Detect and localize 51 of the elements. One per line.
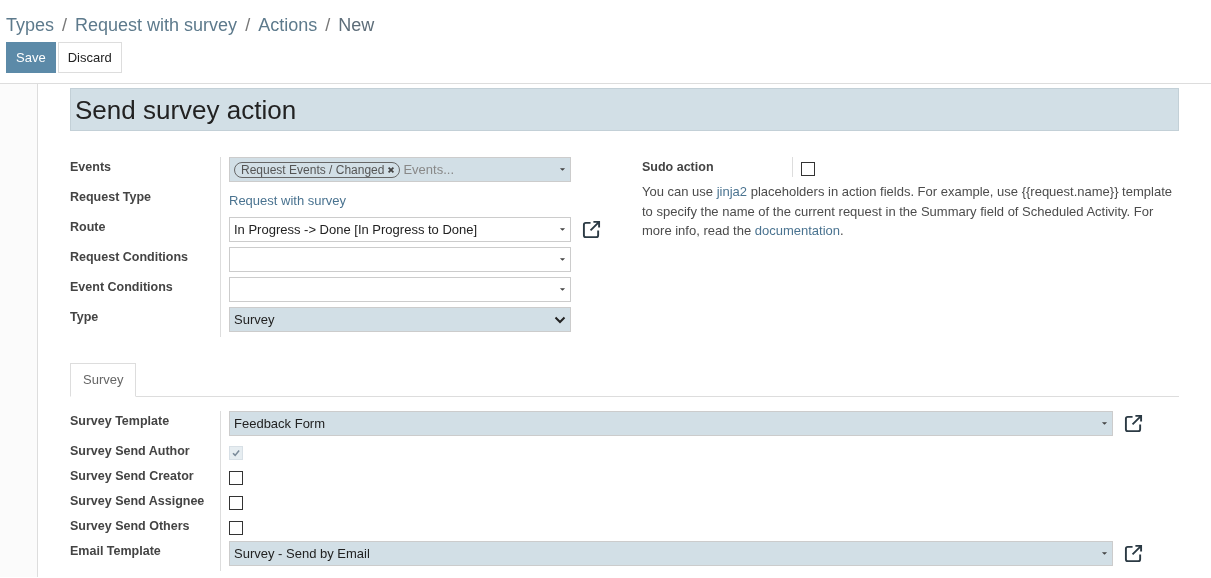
external-link-icon[interactable] <box>582 220 601 239</box>
tags-field[interactable]: Request Events / Changed Events... <box>229 157 571 182</box>
request-type-link[interactable]: Request with survey <box>229 187 347 212</box>
select-field[interactable]: Survey - Send by Email <box>229 541 1113 566</box>
select-field[interactable] <box>229 247 571 272</box>
select-field[interactable]: Survey <box>229 307 571 332</box>
external-link-icon[interactable] <box>1124 414 1143 433</box>
caret-icon <box>559 167 566 172</box>
caret-icon <box>559 227 566 232</box>
field-label: Survey Template <box>70 413 171 428</box>
field-label: Survey Send Others <box>70 518 191 533</box>
breadcrumb-separator: / <box>325 14 331 36</box>
field-label: Survey Send Creator <box>70 468 195 483</box>
breadcrumb-current: New <box>338 14 375 36</box>
breadcrumb-link[interactable]: Request with survey <box>75 14 238 36</box>
placeholder-text: Events... <box>403 162 454 177</box>
field-label: Request Type <box>70 189 153 204</box>
checkbox[interactable] <box>229 470 243 485</box>
breadcrumb-separator: / <box>62 14 68 36</box>
save-button[interactable]: Save <box>6 42 56 73</box>
field-label: Type <box>70 309 100 324</box>
tab[interactable]: Survey <box>70 363 137 397</box>
help-link[interactable]: jinja2 <box>716 184 748 199</box>
caret-icon <box>559 287 566 292</box>
remove-icon[interactable] <box>387 165 396 174</box>
field-label: Route <box>70 219 107 234</box>
caret-icon <box>1101 551 1108 556</box>
field-label: Sudo action <box>642 159 715 176</box>
field-label: Request Conditions <box>70 249 190 264</box>
help-text: You can use jinja2 placeholders in action fields. For example, use {{request.name}} template to specify the name of the current request in the Summary field of Scheduled Activity. For more info, read the documentation. <box>642 183 1173 240</box>
breadcrumb-link[interactable]: Actions <box>258 14 318 36</box>
help-link[interactable]: documentation <box>754 223 840 238</box>
select-field[interactable] <box>229 277 571 302</box>
field-label: Email Template <box>70 543 162 558</box>
field-label: Event Conditions <box>70 279 174 294</box>
field-label: Survey Send Author <box>70 443 191 458</box>
breadcrumb-separator: / <box>245 14 251 36</box>
discard-button[interactable]: Discard <box>57 42 122 73</box>
checkbox[interactable] <box>801 161 815 176</box>
field-label: Survey Send Assignee <box>70 493 206 508</box>
field-label: Events <box>70 159 112 174</box>
checkbox[interactable] <box>229 495 243 510</box>
chevron-down-icon <box>554 315 566 324</box>
caret-icon <box>559 257 566 262</box>
breadcrumb-link[interactable]: Types <box>6 14 55 36</box>
checkbox[interactable] <box>229 520 243 535</box>
title-field[interactable]: Send survey action <box>70 88 1179 131</box>
external-link-icon[interactable] <box>1124 544 1143 563</box>
caret-icon <box>1101 421 1108 426</box>
select-field[interactable]: In Progress -> Done [In Progress to Done] <box>229 217 571 242</box>
select-field[interactable]: Feedback Form <box>229 411 1113 436</box>
